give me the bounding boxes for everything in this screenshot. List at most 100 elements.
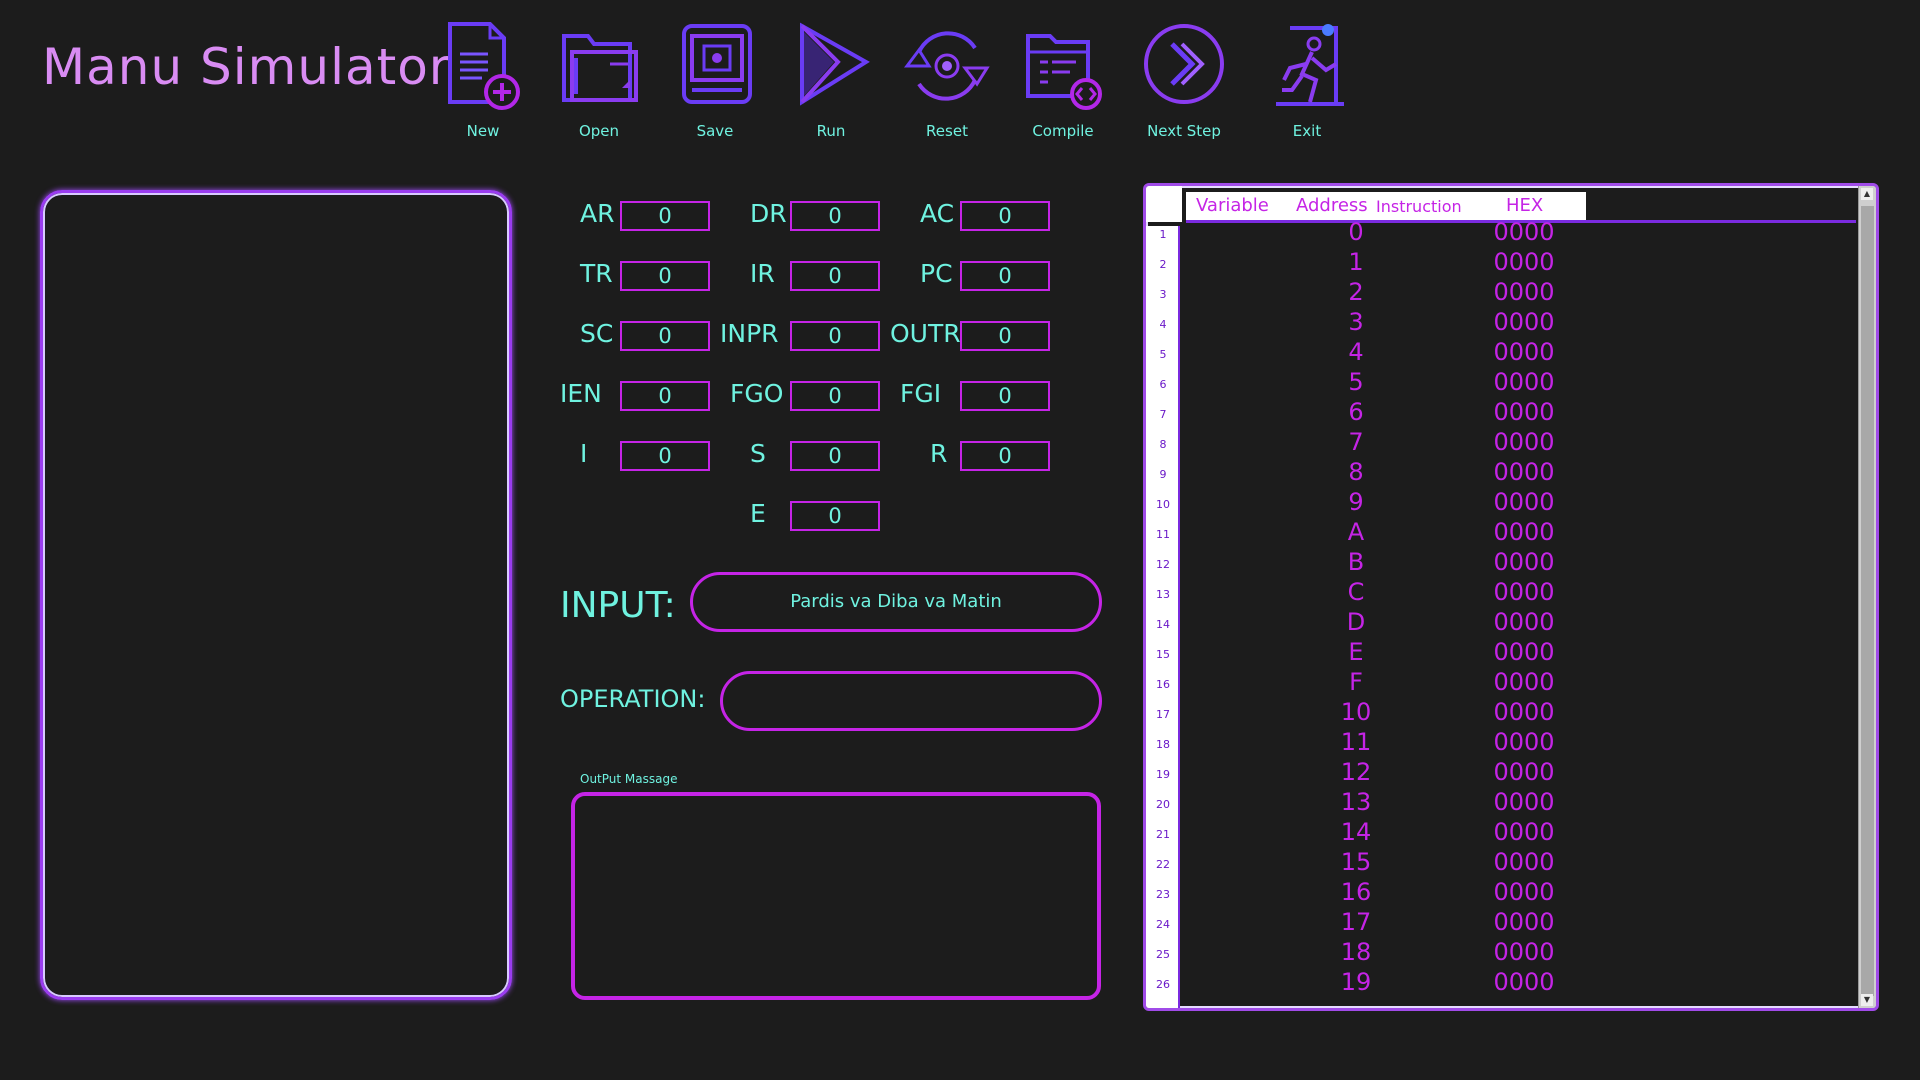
table-row[interactable]: 3 0000: [1146, 308, 1846, 338]
table-row[interactable]: E 0000: [1146, 638, 1846, 668]
table-row[interactable]: 8 0000: [1146, 458, 1846, 488]
address-cell: 14: [1340, 818, 1372, 846]
address-cell: 12: [1340, 758, 1372, 786]
register-label: FGO: [730, 379, 784, 408]
compile-label: Compile: [1032, 122, 1094, 140]
table-row[interactable]: 10 0000: [1146, 698, 1846, 728]
open-button[interactable]: Open: [544, 14, 654, 144]
hex-cell: 0000: [1493, 428, 1555, 456]
address-cell: 1: [1348, 248, 1364, 276]
new-label: New: [466, 122, 500, 140]
hex-cell: 0000: [1493, 308, 1555, 336]
column-hex[interactable]: HEX: [1506, 195, 1543, 216]
scrollbar-thumb[interactable]: [1861, 206, 1874, 996]
table-row[interactable]: 2 0000: [1146, 278, 1846, 308]
hex-cell: 0000: [1493, 458, 1555, 486]
table-row[interactable]: 18 0000: [1146, 938, 1846, 968]
address-cell: 19: [1340, 968, 1372, 996]
register-label: FGI: [900, 379, 942, 408]
save-label: Save: [696, 122, 734, 140]
register-label: OUTR: [890, 319, 961, 348]
address-cell: A: [1347, 518, 1365, 546]
table-row[interactable]: 11 0000: [1146, 728, 1846, 758]
play-icon: [800, 22, 870, 106]
vertical-scrollbar[interactable]: ▲ ▼: [1858, 186, 1876, 1008]
register-label: AC: [920, 199, 955, 228]
address-cell: 18: [1340, 938, 1372, 966]
register-value: 0: [620, 321, 710, 351]
table-row[interactable]: A 0000: [1146, 518, 1846, 548]
reset-button[interactable]: Reset: [892, 14, 1002, 144]
register-value: 0: [960, 381, 1050, 411]
hex-cell: 0000: [1493, 938, 1555, 966]
exit-icon: [1276, 24, 1344, 106]
register-value: 0: [620, 441, 710, 471]
table-row[interactable]: 5 0000: [1146, 368, 1846, 398]
code-editor[interactable]: [40, 190, 512, 1000]
register-value: 0: [790, 501, 880, 531]
register-value: 0: [960, 201, 1050, 231]
hex-cell: 0000: [1493, 488, 1555, 516]
table-row[interactable]: 12 0000: [1146, 758, 1846, 788]
open-label: Open: [578, 122, 620, 140]
register-label: SC: [580, 319, 614, 348]
compile-icon: [1026, 34, 1102, 110]
input-field[interactable]: Pardis va Diba va Matin: [690, 572, 1102, 632]
table-row[interactable]: 13 0000: [1146, 788, 1846, 818]
hex-cell: 0000: [1493, 788, 1555, 816]
address-cell: E: [1348, 638, 1364, 666]
register-label: IEN: [560, 379, 602, 408]
column-address[interactable]: Address: [1296, 195, 1368, 216]
register-label: R: [930, 439, 948, 468]
table-row[interactable]: 1 0000: [1146, 248, 1846, 278]
table-row[interactable]: D 0000: [1146, 608, 1846, 638]
table-row[interactable]: 19 0000: [1146, 968, 1846, 998]
next-step-label: Next Step: [1147, 122, 1221, 140]
column-variable[interactable]: Variable: [1196, 195, 1269, 216]
table-row[interactable]: 14 0000: [1146, 818, 1846, 848]
table-row[interactable]: 7 0000: [1146, 428, 1846, 458]
table-row[interactable]: F 0000: [1146, 668, 1846, 698]
register-value: 0: [960, 441, 1050, 471]
app-title: Manu Simulator: [42, 38, 451, 96]
register-value: 0: [790, 201, 880, 231]
address-cell: 17: [1340, 908, 1372, 936]
register-label: TR: [580, 259, 613, 288]
table-row[interactable]: 6 0000: [1146, 398, 1846, 428]
table-row[interactable]: C 0000: [1146, 578, 1846, 608]
run-label: Run: [816, 122, 846, 140]
hex-cell: 0000: [1493, 278, 1555, 306]
compile-button[interactable]: Compile: [1008, 14, 1118, 144]
table-row[interactable]: 17 0000: [1146, 908, 1846, 938]
new-button[interactable]: New: [428, 14, 538, 144]
address-cell: 16: [1340, 878, 1372, 906]
table-row[interactable]: 15 0000: [1146, 848, 1846, 878]
scroll-down-icon[interactable]: ▼: [1861, 994, 1873, 1006]
table-row[interactable]: 16 0000: [1146, 878, 1846, 908]
save-button[interactable]: Save: [660, 14, 770, 144]
address-cell: 10: [1340, 698, 1372, 726]
address-cell: D: [1346, 608, 1366, 636]
register-label: INPR: [720, 319, 779, 348]
hex-cell: 0000: [1493, 848, 1555, 876]
table-row[interactable]: 0 0000: [1146, 218, 1846, 248]
hex-cell: 0000: [1493, 668, 1555, 696]
memory-table[interactable]: Variable Address Instruction HEX 1234567…: [1143, 183, 1879, 1011]
new-file-icon: [448, 22, 520, 110]
register-value: 0: [620, 201, 710, 231]
table-row[interactable]: 9 0000: [1146, 488, 1846, 518]
exit-button[interactable]: Exit: [1252, 14, 1362, 144]
table-row[interactable]: 4 0000: [1146, 338, 1846, 368]
column-instruction[interactable]: Instruction: [1376, 197, 1462, 216]
table-row[interactable]: B 0000: [1146, 548, 1846, 578]
operation-field[interactable]: [720, 671, 1102, 731]
address-cell: 7: [1348, 428, 1364, 456]
address-cell: 4: [1348, 338, 1364, 366]
output-message-box[interactable]: [571, 792, 1101, 1000]
next-step-button[interactable]: Next Step: [1124, 14, 1244, 144]
scroll-up-icon[interactable]: ▲: [1861, 188, 1873, 200]
hex-cell: 0000: [1493, 608, 1555, 636]
memory-table-header: Variable Address Instruction HEX: [1186, 192, 1586, 220]
hex-cell: 0000: [1493, 518, 1555, 546]
run-button[interactable]: Run: [776, 14, 886, 144]
